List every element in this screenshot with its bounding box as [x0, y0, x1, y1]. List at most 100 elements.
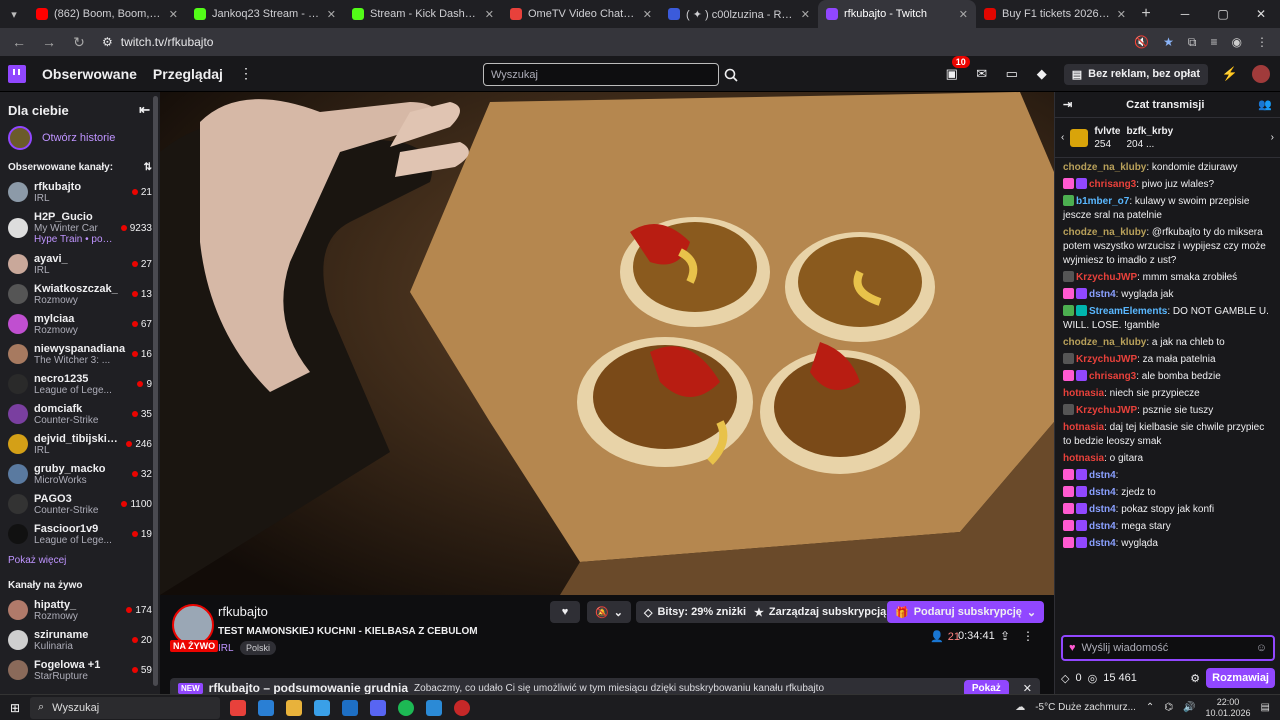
chat-badge-icon[interactable]: [1076, 520, 1087, 531]
follow-button[interactable]: ♥: [550, 601, 580, 623]
chat-username[interactable]: dstn4: [1089, 487, 1116, 498]
browser-tab[interactable]: OmeTV Video Chat — Omeg ✕: [502, 0, 660, 28]
sidebar-channel[interactable]: gruby_macko MicroWorks 32: [0, 459, 160, 489]
chat-badge-icon[interactable]: [1063, 195, 1074, 206]
sidebar-channel[interactable]: PAGO3 Counter-Strike 1100: [0, 489, 160, 519]
sidebar-channel[interactable]: Fascioor1v9 League of Lege... 19: [0, 519, 160, 549]
adfree-button[interactable]: ▤ Bez reklam, bez opłat: [1063, 63, 1208, 85]
chat-username[interactable]: b1mber_o7: [1076, 196, 1129, 207]
close-tab-icon[interactable]: ✕: [485, 8, 494, 21]
chat-username[interactable]: dstn4: [1089, 289, 1116, 300]
chevron-left-icon[interactable]: ‹: [1061, 132, 1064, 143]
close-tab-icon[interactable]: ✕: [959, 8, 968, 21]
discord-app-icon[interactable]: [370, 699, 386, 716]
browser-menu-icon[interactable]: ⋮: [1256, 35, 1268, 50]
close-tab-icon[interactable]: ✕: [643, 8, 652, 21]
close-icon[interactable]: ✕: [1023, 682, 1032, 695]
emote-picker-icon[interactable]: ☺: [1256, 642, 1267, 654]
taskbar-search[interactable]: ⌕ Wyszukaj: [30, 696, 220, 719]
chat-send-button[interactable]: Rozmawiaj: [1206, 668, 1275, 688]
sidebar-channel[interactable]: sziruname Kulinaria 20: [0, 625, 160, 655]
chat-badge-icon[interactable]: [1063, 404, 1074, 415]
maximize-button[interactable]: ▢: [1204, 7, 1242, 21]
chat-badge-icon[interactable]: [1063, 537, 1074, 548]
show-more-link[interactable]: Pokaż więcej: [0, 549, 160, 572]
minimize-button[interactable]: ─: [1166, 7, 1204, 21]
sidebar-channel[interactable]: H2P_Gucio My Winter Car Hype Train • pozio…: [0, 207, 160, 249]
chat-badge-icon[interactable]: [1076, 503, 1087, 514]
gift-sub-button[interactable]: 🎁 Podaruj subskrypcję ⌄: [887, 601, 1045, 623]
chat-username[interactable]: chrisang3: [1089, 179, 1136, 190]
close-window-button[interactable]: ✕: [1242, 7, 1280, 21]
profile-icon[interactable]: ◉: [1232, 35, 1242, 50]
sidebar-channel[interactable]: necro1235 League of Lege... 9: [0, 369, 160, 399]
chat-badge-icon[interactable]: [1063, 305, 1074, 316]
sidebar-channel[interactable]: niewyspanadiana The Witcher 3: ... 16: [0, 339, 160, 369]
chat-username[interactable]: StreamElements: [1089, 306, 1167, 317]
close-tab-icon[interactable]: ✕: [169, 8, 178, 21]
tray-chevron-icon[interactable]: ⌃: [1146, 702, 1154, 713]
chat-badge-icon[interactable]: [1063, 520, 1074, 531]
notifications-button[interactable]: 🔕 ⌄: [587, 601, 631, 623]
search-input[interactable]: Wyszukaj: [483, 63, 719, 86]
browser-tab[interactable]: (862) Boom, Boom, Boom, I ✕: [28, 0, 186, 28]
tab-search-icon[interactable]: ▾: [0, 0, 28, 28]
sidebar-scrollbar[interactable]: [153, 96, 158, 686]
extensions-icon[interactable]: ⧉: [1188, 35, 1197, 50]
outlook-app-icon[interactable]: [342, 699, 358, 716]
bits-button[interactable]: ◇ Bitsy: 29% zniżki: [636, 601, 755, 623]
nav-browse[interactable]: Przeglądaj: [153, 66, 223, 82]
sidebar-channel[interactable]: dejvid_tibijski_... IRL 246: [0, 429, 160, 459]
browser-tab[interactable]: rfkubajto - Twitch ✕: [818, 0, 976, 28]
chat-username[interactable]: hotnasia: [1063, 422, 1104, 433]
chat-username[interactable]: dstn4: [1089, 470, 1116, 481]
chat-input[interactable]: ♥ Wyślij wiadomość ☺: [1061, 635, 1275, 661]
network-icon[interactable]: ⌬: [1164, 702, 1173, 713]
nav-following[interactable]: Obserwowane: [42, 66, 137, 82]
clock[interactable]: 22:00 10.01.2026: [1206, 697, 1251, 719]
chrome-app-icon[interactable]: [230, 699, 246, 716]
site-info-icon[interactable]: ⚙: [102, 35, 113, 49]
chat-username[interactable]: dstn4: [1089, 504, 1116, 515]
address-bar[interactable]: ⚙ twitch.tv/rfkubajto: [96, 31, 1131, 53]
weather-text[interactable]: -5°C Duże zachmurz...: [1035, 702, 1136, 713]
volume-icon[interactable]: 🔊: [1183, 702, 1195, 713]
browser-tab[interactable]: ( ✦ ) c00lzuzina - Roblox ✕: [660, 0, 818, 28]
store-app-icon[interactable]: [314, 699, 330, 716]
chat-badge-icon[interactable]: [1063, 469, 1074, 480]
spotify-app-icon[interactable]: [398, 699, 414, 716]
collapse-sidebar-icon[interactable]: ⇤: [139, 102, 150, 118]
notifications-icon[interactable]: ▤: [1261, 702, 1270, 713]
share-icon[interactable]: ⇪: [1000, 629, 1010, 643]
app-icon[interactable]: [426, 699, 442, 716]
chat-badge-icon[interactable]: [1076, 469, 1087, 480]
sidebar-channel[interactable]: Fogelowa +1 StarRupture 59: [0, 655, 160, 685]
whispers-icon[interactable]: ▭: [1004, 66, 1020, 82]
chat-badge-icon[interactable]: [1063, 178, 1074, 189]
chat-username[interactable]: chrisang3: [1089, 371, 1136, 382]
chat-username[interactable]: KrzychuJWP: [1076, 272, 1137, 283]
back-button[interactable]: ←: [6, 34, 32, 50]
stream-tag[interactable]: Polski: [240, 641, 277, 655]
stream-category[interactable]: IRL: [218, 643, 234, 654]
chat-badge-icon[interactable]: [1076, 486, 1087, 497]
channel-points-icon[interactable]: ◎: [1088, 672, 1098, 685]
obs-app-icon[interactable]: [454, 699, 470, 716]
chat-badge-icon[interactable]: [1076, 537, 1087, 548]
chat-username[interactable]: hotnasia: [1063, 388, 1104, 399]
chat-badge-icon[interactable]: [1076, 305, 1087, 316]
streamer-name[interactable]: rfkubajto: [218, 604, 268, 619]
sidebar-channel[interactable]: mylciaa Rozmowy 67: [0, 309, 160, 339]
close-tab-icon[interactable]: ✕: [1117, 8, 1126, 21]
chat-username[interactable]: KrzychuJWP: [1076, 405, 1137, 416]
chat-badge-icon[interactable]: [1063, 370, 1074, 381]
sort-icon[interactable]: ⇅: [144, 162, 152, 173]
more-menu-icon[interactable]: ⋮: [239, 65, 253, 82]
chat-settings-icon[interactable]: ⚙: [1190, 672, 1200, 685]
sidebar-channel[interactable]: rfkubajto IRL 21: [0, 177, 160, 207]
users-icon[interactable]: 👥: [1258, 98, 1272, 111]
chat-badge-icon[interactable]: [1076, 370, 1087, 381]
close-tab-icon[interactable]: ✕: [327, 8, 336, 21]
chat-badge-icon[interactable]: [1063, 353, 1074, 364]
forward-button[interactable]: →: [36, 34, 62, 50]
